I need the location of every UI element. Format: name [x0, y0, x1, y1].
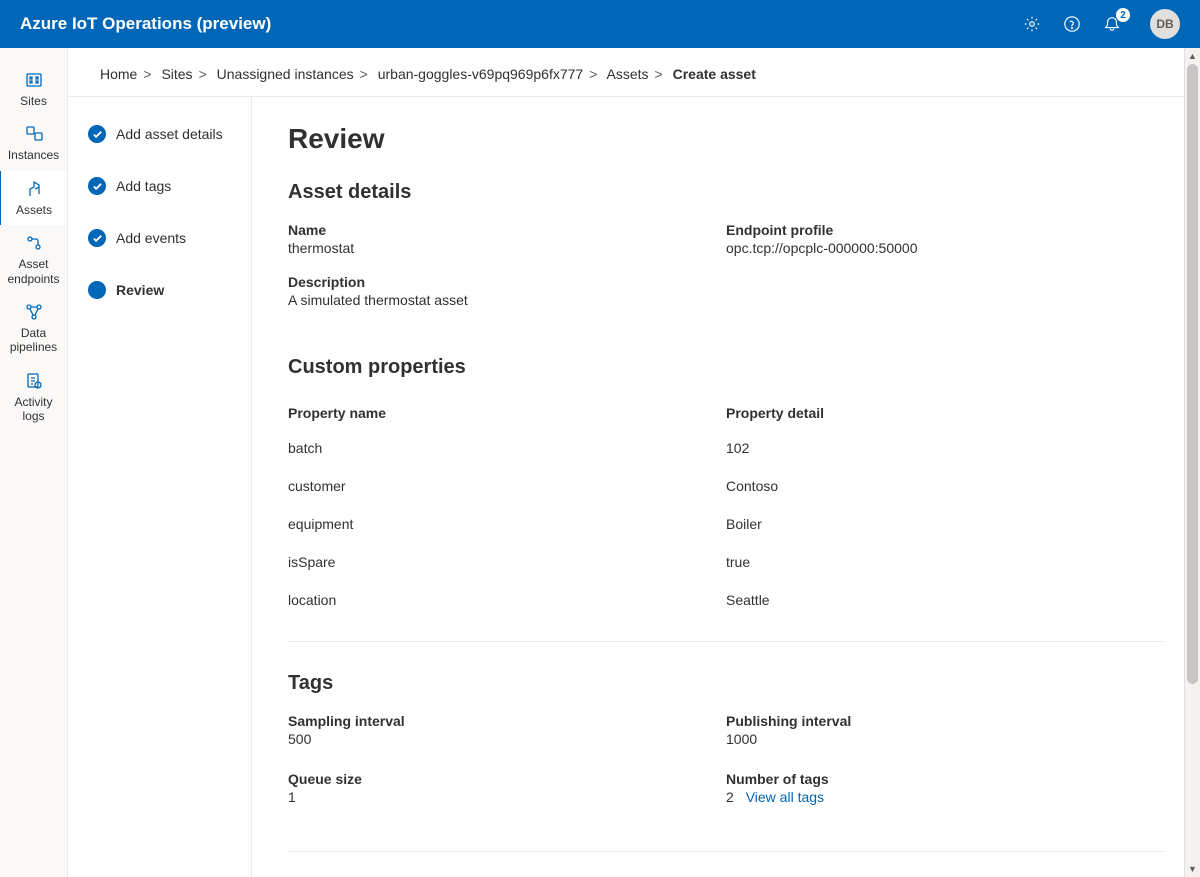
current-step-icon: [88, 281, 106, 299]
property-detail: Contoso: [726, 478, 1164, 494]
publishing-interval-label: Publishing interval: [726, 713, 1164, 729]
review-panel: Review Asset details Name thermostat End…: [252, 97, 1200, 877]
nav-instances[interactable]: Instances: [0, 116, 67, 170]
check-icon: [88, 125, 106, 143]
asset-details-heading: Asset details: [288, 181, 1164, 204]
breadcrumb-current: Create asset: [673, 66, 756, 82]
step-add-asset-details[interactable]: Add asset details: [88, 125, 251, 143]
property-name: location: [288, 592, 726, 608]
breadcrumb: Home> Sites> Unassigned instances> urban…: [68, 48, 1200, 97]
nav-label: Instances: [8, 148, 59, 162]
properties-header-row: Property name Property detail: [288, 397, 1164, 429]
step-review[interactable]: Review: [88, 281, 251, 299]
check-icon: [88, 229, 106, 247]
property-detail: Boiler: [726, 516, 1164, 532]
description-label: Description: [288, 274, 726, 290]
property-detail: 102: [726, 440, 1164, 456]
property-detail: Seattle: [726, 592, 1164, 608]
step-add-tags[interactable]: Add tags: [88, 177, 251, 195]
property-row: isSparetrue: [288, 543, 1164, 581]
nav-label: Activity logs: [4, 395, 63, 424]
breadcrumb-instance[interactable]: urban-goggles-v69pq969p6fx777: [378, 66, 584, 82]
number-of-tags-label: Number of tags: [726, 771, 1164, 787]
activity-logs-icon: [24, 371, 44, 391]
nav-assets[interactable]: Assets: [0, 171, 67, 225]
endpoint-value: opc.tcp://opcplc-000000:50000: [726, 240, 1164, 256]
scroll-up-icon[interactable]: ▲: [1185, 48, 1200, 64]
nav-sites[interactable]: Sites: [0, 62, 67, 116]
wizard-steps: Add asset details Add tags Add events Re…: [68, 97, 252, 877]
sampling-interval-value: 500: [288, 731, 726, 747]
property-row: batch102: [288, 429, 1164, 467]
number-of-tags-value: 2: [726, 789, 734, 805]
description-value: A simulated thermostat asset: [288, 292, 726, 308]
divider: [288, 851, 1164, 852]
property-detail: true: [726, 554, 1164, 570]
app-title: Azure IoT Operations (preview): [20, 14, 1022, 34]
queue-size-value: 1: [288, 789, 726, 805]
top-bar-actions: 2 DB: [1022, 9, 1180, 39]
step-label: Add asset details: [116, 126, 223, 142]
nav-data-pipelines[interactable]: Data pipelines: [0, 294, 67, 363]
step-label: Review: [116, 282, 164, 298]
property-name: isSpare: [288, 554, 726, 570]
check-icon: [88, 177, 106, 195]
scroll-down-icon[interactable]: ▼: [1185, 861, 1200, 877]
data-pipelines-icon: [24, 302, 44, 322]
name-value: thermostat: [288, 240, 726, 256]
nav-asset-endpoints[interactable]: Asset endpoints: [0, 225, 67, 294]
property-name: batch: [288, 440, 726, 456]
breadcrumb-home[interactable]: Home: [100, 66, 137, 82]
page-title: Review: [288, 123, 1164, 155]
breadcrumb-unassigned[interactable]: Unassigned instances: [217, 66, 354, 82]
step-label: Add tags: [116, 178, 171, 194]
property-name-header: Property name: [288, 405, 726, 421]
notifications-icon[interactable]: 2: [1102, 14, 1122, 34]
queue-size-label: Queue size: [288, 771, 726, 787]
breadcrumb-assets[interactable]: Assets: [607, 66, 649, 82]
scrollbar[interactable]: ▲ ▼: [1184, 48, 1200, 877]
avatar[interactable]: DB: [1150, 9, 1180, 39]
view-all-tags-link[interactable]: View all tags: [746, 789, 824, 805]
sites-icon: [24, 70, 44, 90]
publishing-interval-value: 1000: [726, 731, 1164, 747]
custom-properties-heading: Custom properties: [288, 356, 1164, 379]
help-icon[interactable]: [1062, 14, 1082, 34]
top-bar: Azure IoT Operations (preview) 2 DB: [0, 0, 1200, 48]
property-row: locationSeattle: [288, 581, 1164, 619]
asset-endpoints-icon: [24, 233, 44, 253]
notification-badge: 2: [1116, 8, 1130, 22]
property-detail-header: Property detail: [726, 405, 1164, 421]
nav-label: Asset endpoints: [4, 257, 63, 286]
settings-icon[interactable]: [1022, 14, 1042, 34]
property-row: customerContoso: [288, 467, 1164, 505]
tags-heading: Tags: [288, 672, 1164, 695]
property-name: customer: [288, 478, 726, 494]
nav-label: Sites: [20, 94, 47, 108]
left-nav: Sites Instances Assets Asset endpoints D…: [0, 48, 68, 877]
main: Home> Sites> Unassigned instances> urban…: [68, 48, 1200, 877]
assets-icon: [24, 179, 44, 199]
property-row: equipmentBoiler: [288, 505, 1164, 543]
nav-activity-logs[interactable]: Activity logs: [0, 363, 67, 432]
endpoint-label: Endpoint profile: [726, 222, 1164, 238]
nav-label: Data pipelines: [4, 326, 63, 355]
step-label: Add events: [116, 230, 186, 246]
scroll-thumb[interactable]: [1187, 64, 1198, 684]
instances-icon: [24, 124, 44, 144]
sampling-interval-label: Sampling interval: [288, 713, 726, 729]
nav-label: Assets: [16, 203, 52, 217]
name-label: Name: [288, 222, 726, 238]
breadcrumb-sites[interactable]: Sites: [161, 66, 192, 82]
step-add-events[interactable]: Add events: [88, 229, 251, 247]
divider: [288, 641, 1164, 642]
property-name: equipment: [288, 516, 726, 532]
